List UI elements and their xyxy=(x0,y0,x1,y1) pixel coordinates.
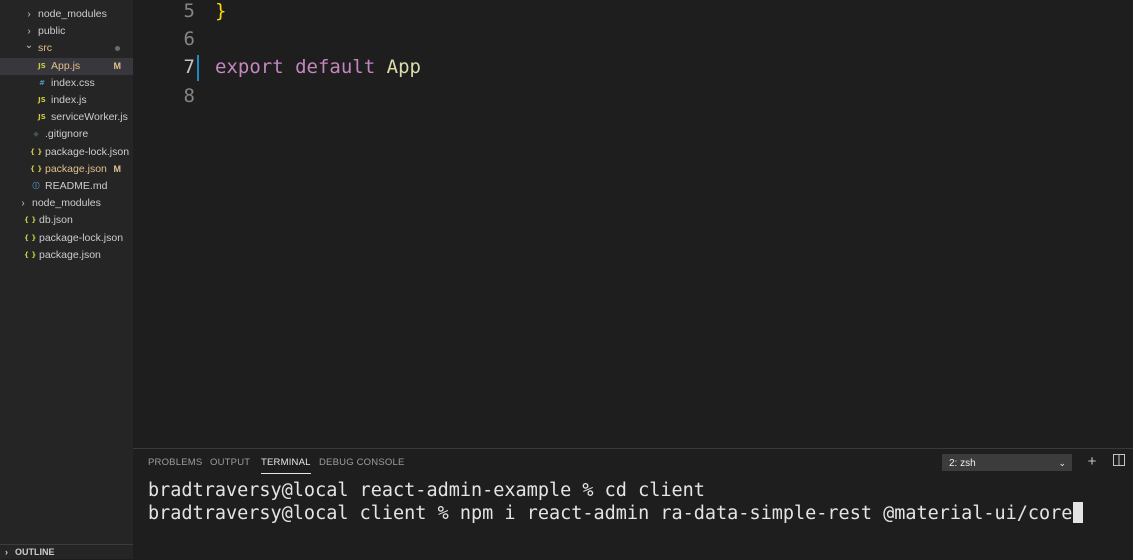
tab-problems[interactable]: PROBLEMS xyxy=(148,449,202,477)
keyword-default: default xyxy=(295,56,376,78)
chevron-right-icon: › xyxy=(5,547,8,557)
js-file-icon: JS xyxy=(38,96,46,104)
tree-item-label: package.json xyxy=(45,162,107,175)
terminal-line: bradtraversy@local react-admin-example %… xyxy=(148,480,705,501)
tree-item[interactable]: ⓘ README.md xyxy=(0,178,133,195)
tab-output[interactable]: OUTPUT xyxy=(210,449,250,477)
json-file-icon: { } xyxy=(30,147,43,156)
tree-item-label: index.css xyxy=(51,76,95,89)
tree-item[interactable]: { } package-lock.json xyxy=(0,144,133,161)
tree-item[interactable]: { } package.json xyxy=(0,247,133,264)
code-line: 8 xyxy=(133,82,1133,110)
line-number: 8 xyxy=(183,85,195,107)
code-text: export default App xyxy=(215,53,421,81)
tree-item-label: index.js xyxy=(51,94,87,106)
tree-item-label: db.json xyxy=(39,214,73,227)
json-file-icon: { } xyxy=(30,164,43,173)
tree-item[interactable]: › public xyxy=(0,23,133,40)
terminal-cursor xyxy=(1073,502,1084,523)
line-number: 5 xyxy=(183,0,195,22)
tree-item-label: README.md xyxy=(45,180,108,192)
code-editor[interactable]: 5 } 6 7 export default App 8 xyxy=(133,0,1133,448)
tree-item[interactable]: ⌄ src xyxy=(0,40,133,57)
tree-item[interactable]: { } db.json xyxy=(0,212,133,229)
code-line: 7 export default App xyxy=(133,53,1133,81)
info-file-icon: ⓘ xyxy=(32,182,40,190)
tree-item-label: serviceWorker.js xyxy=(51,111,128,124)
tree-item[interactable]: { } package-lock.json xyxy=(0,230,133,247)
outline-section-header[interactable]: › OUTLINE xyxy=(0,544,133,559)
tab-terminal[interactable]: TERMINAL xyxy=(261,449,311,477)
terminal-select[interactable]: 2: zsh ⌄ xyxy=(942,454,1072,471)
tree-item-label: package-lock.json xyxy=(39,231,124,244)
tree-item[interactable]: JS serviceWorker.js xyxy=(0,109,133,126)
tree-item[interactable]: JS index.js xyxy=(0,92,133,109)
keyword-export: export xyxy=(215,56,284,78)
tree-item[interactable]: › node_modules xyxy=(0,6,133,23)
git-file-icon: ◆ xyxy=(33,130,39,139)
tree-item[interactable]: JS App.js M xyxy=(0,57,133,75)
modified-badge: M xyxy=(113,60,122,71)
terminal-line[interactable]: bradtraversy@local client % npm i react-… xyxy=(148,502,1084,525)
code-line: 6 xyxy=(133,25,1133,53)
tree-item[interactable]: { } package.json M xyxy=(0,161,133,178)
line-number: 7 xyxy=(183,56,195,78)
code-line: 5 } xyxy=(133,0,1133,25)
chevron-down-icon: ⌄ xyxy=(1058,458,1066,468)
tree-item[interactable]: ◆ .gitignore xyxy=(0,126,133,143)
code-text: } xyxy=(215,0,227,22)
tree-item[interactable]: › node_modules xyxy=(0,195,133,212)
identifier-app: App xyxy=(386,56,421,78)
tree-item-label: package-lock.json xyxy=(45,145,130,158)
js-file-icon: JS xyxy=(38,113,46,122)
terminal-select-value: 2: zsh xyxy=(949,458,976,469)
terminal-input-text: bradtraversy@local client % npm i react-… xyxy=(148,503,1073,524)
tab-debug-console[interactable]: DEBUG CONSOLE xyxy=(319,449,404,477)
tree-item-label: node_modules xyxy=(32,197,101,210)
chevron-down-icon: ⌄ xyxy=(24,40,34,52)
json-file-icon: { } xyxy=(24,233,37,242)
modified-dot-icon xyxy=(115,46,120,52)
js-file-icon: JS xyxy=(38,61,46,70)
bottom-panel: PROBLEMS OUTPUT TERMINAL DEBUG CONSOLE 2… xyxy=(133,448,1133,560)
tree-item[interactable]: # index.css xyxy=(0,75,133,92)
outline-label: OUTLINE xyxy=(15,547,55,557)
tree-item-label: public xyxy=(38,25,66,38)
tree-item-label: App.js xyxy=(51,59,81,72)
tree-item-label: src xyxy=(38,42,52,55)
json-file-icon: { } xyxy=(24,250,37,259)
tree-item-label: .gitignore xyxy=(45,128,89,141)
tree-item-label: package.json xyxy=(39,248,101,261)
json-file-icon: { } xyxy=(24,216,37,225)
css-file-icon: # xyxy=(39,78,45,87)
split-terminal-icon[interactable] xyxy=(1111,454,1127,470)
tree-item-label: node_modules xyxy=(38,8,107,20)
chevron-right-icon: › xyxy=(27,9,31,20)
modified-badge: M xyxy=(113,163,122,174)
add-terminal-icon[interactable]: + xyxy=(1084,454,1100,470)
explorer-sidebar: › node_modules › public ⌄ src JS App.js M # index.… xyxy=(0,0,133,559)
line-number: 6 xyxy=(183,28,195,50)
chevron-right-icon: › xyxy=(21,198,25,210)
